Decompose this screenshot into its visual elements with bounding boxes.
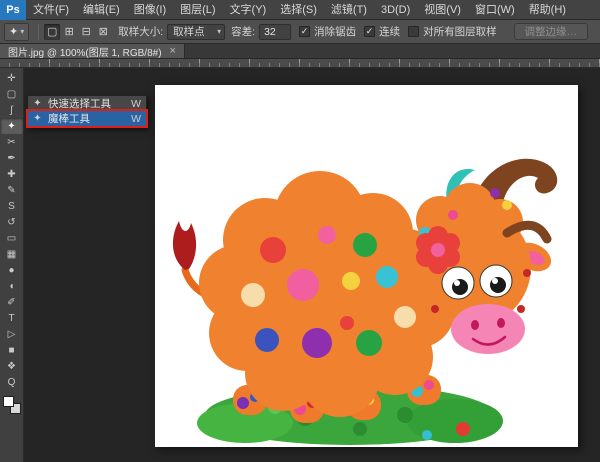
sample-size-label: 取样大小:: [118, 24, 163, 39]
photoshop-logo: Ps: [0, 0, 26, 20]
lasso-tool[interactable]: ʃ: [1, 102, 23, 118]
menu-help[interactable]: 帮助(H): [522, 0, 573, 20]
new-selection-mode-button[interactable]: ▢: [44, 24, 60, 40]
menu-file[interactable]: 文件(F): [26, 0, 76, 20]
type-tool[interactable]: T: [1, 310, 23, 326]
zoom-tool[interactable]: Q: [1, 374, 23, 390]
add-selection-mode-button[interactable]: ⊞: [61, 24, 77, 40]
wand-tool-flyout-menu: ✦ 快速选择工具 W ✦ 魔棒工具 W: [27, 95, 147, 127]
marquee-tool[interactable]: ▢: [1, 86, 23, 102]
muzzle: [451, 304, 525, 354]
pen-tool[interactable]: ✐: [1, 294, 23, 310]
workspace: ✛ ▢ ʃ ✦ ✂ ✒ ✚ ✎ S ↺ ▭ ▦ ● ◖ ✐ T ▷ ■ ❖ Q: [0, 68, 600, 462]
brush-tool[interactable]: ✎: [1, 182, 23, 198]
close-icon[interactable]: ×: [170, 45, 176, 57]
healing-brush-tool[interactable]: ✚: [1, 166, 23, 182]
horizontal-ruler[interactable]: [0, 59, 600, 68]
history-brush-tool[interactable]: ↺: [1, 214, 23, 230]
separator: [38, 24, 39, 40]
photoshop-window: Ps 文件(F) 编辑(E) 图像(I) 图层(L) 文字(Y) 选择(S) 滤…: [0, 0, 600, 462]
contiguous-checkbox[interactable]: ✓: [364, 26, 375, 37]
document-tab-bar: 图片.jpg @ 100%(图层 1, RGB/8#) ×: [0, 44, 600, 59]
subtract-selection-mode-button[interactable]: ⊟: [78, 24, 94, 40]
document-tab[interactable]: 图片.jpg @ 100%(图层 1, RGB/8#) ×: [0, 44, 185, 58]
sample-all-layers-checkbox[interactable]: [408, 26, 419, 37]
menu-bar: Ps 文件(F) 编辑(E) 图像(I) 图层(L) 文字(Y) 选择(S) 滤…: [0, 0, 600, 20]
magic-wand-tool-icon: ✦: [32, 113, 43, 124]
dodge-tool[interactable]: ◖: [1, 278, 23, 294]
options-bar: ✦ ▾ ▢ ⊞ ⊟ ⊠ 取样大小: 取样点 ▾ 容差: 32 ✓ 消除锯齿 ✓ …: [0, 20, 600, 44]
menu-edit[interactable]: 编辑(E): [76, 0, 127, 20]
color-swatches[interactable]: [3, 396, 21, 414]
tolerance-label: 容差:: [231, 24, 255, 39]
sample-size-value: 取样点: [173, 24, 205, 39]
magic-wand-icon: ✦: [9, 25, 18, 38]
foreground-color-swatch[interactable]: [3, 396, 14, 407]
shortcut-key: W: [131, 113, 141, 125]
antialias-checkbox[interactable]: ✓: [299, 26, 310, 37]
antialias-option[interactable]: ✓ 消除锯齿: [299, 24, 356, 39]
gradient-tool[interactable]: ▦: [1, 246, 23, 262]
sample-all-layers-option[interactable]: 对所有图层取样: [408, 24, 497, 39]
menu-select[interactable]: 选择(S): [273, 0, 324, 20]
cartoon-bull-illustration: [155, 85, 578, 447]
contiguous-label: 连续: [379, 24, 400, 39]
hand-tool[interactable]: ❖: [1, 358, 23, 374]
clone-stamp-tool[interactable]: S: [1, 198, 23, 214]
tolerance-input[interactable]: 32: [259, 24, 291, 40]
quick-selection-tool-label: 快速选择工具: [48, 96, 111, 111]
quick-selection-tool-item[interactable]: ✦ 快速选择工具 W: [28, 96, 146, 111]
menu-3d[interactable]: 3D(D): [374, 0, 417, 20]
eraser-tool[interactable]: ▭: [1, 230, 23, 246]
eyedropper-tool[interactable]: ✒: [1, 150, 23, 166]
chevron-down-icon: ▾: [20, 27, 24, 36]
shortcut-key: W: [131, 98, 141, 110]
blur-tool[interactable]: ●: [1, 262, 23, 278]
menu-type[interactable]: 文字(Y): [223, 0, 274, 20]
tools-panel: ✛ ▢ ʃ ✦ ✂ ✒ ✚ ✎ S ↺ ▭ ▦ ● ◖ ✐ T ▷ ■ ❖ Q: [0, 68, 24, 462]
menu-window[interactable]: 窗口(W): [468, 0, 522, 20]
antialias-label: 消除锯齿: [314, 24, 356, 39]
refine-edge-button[interactable]: 调整边缘…: [514, 23, 589, 40]
intersect-selection-mode-button[interactable]: ⊠: [95, 24, 111, 40]
magic-wand-tool-label: 魔棒工具: [48, 111, 90, 126]
quick-selection-tool-icon: ✦: [32, 98, 43, 109]
tool-preset-picker[interactable]: ✦ ▾: [4, 23, 29, 41]
contiguous-option[interactable]: ✓ 连续: [364, 24, 400, 39]
crop-tool[interactable]: ✂: [1, 134, 23, 150]
path-select-tool[interactable]: ▷: [1, 326, 23, 342]
body: [199, 171, 455, 417]
move-tool[interactable]: ✛: [1, 70, 23, 86]
menu-image[interactable]: 图像(I): [127, 0, 173, 20]
document-canvas[interactable]: [155, 85, 578, 447]
menu-filter[interactable]: 滤镜(T): [324, 0, 374, 20]
menu-view[interactable]: 视图(V): [417, 0, 468, 20]
sample-size-dropdown[interactable]: 取样点 ▾: [167, 24, 225, 40]
sample-all-layers-label: 对所有图层取样: [423, 24, 497, 39]
menu-layer[interactable]: 图层(L): [173, 0, 222, 20]
shape-tool[interactable]: ■: [1, 342, 23, 358]
magic-wand-tool[interactable]: ✦: [1, 118, 23, 134]
magic-wand-tool-item[interactable]: ✦ 魔棒工具 W: [28, 111, 146, 126]
chevron-down-icon: ▾: [217, 27, 221, 36]
document-tab-title: 图片.jpg @ 100%(图层 1, RGB/8#): [8, 44, 162, 59]
